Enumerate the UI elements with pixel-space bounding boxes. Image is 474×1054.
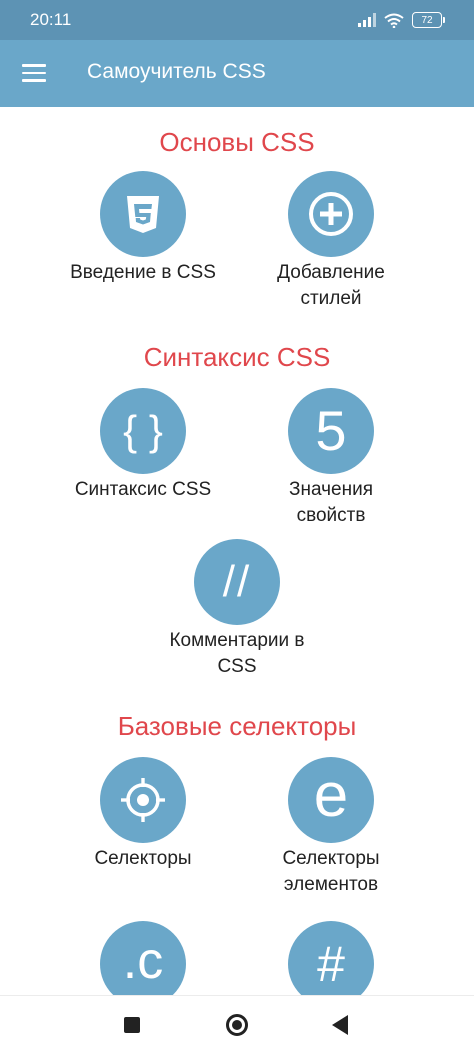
- status-bar: 20:11 72: [0, 0, 474, 40]
- battery-level: 72: [421, 14, 433, 26]
- tile-property-values-label: Значения свойств: [236, 477, 426, 529]
- tile-intro[interactable]: Введение в CSS: [48, 171, 238, 286]
- tile-add-styles-label: Добавление стилей: [236, 260, 426, 312]
- tile-property-values[interactable]: 5 Значения свойств: [236, 388, 426, 529]
- status-time: 20:11: [30, 10, 72, 29]
- letter-e-icon: e: [313, 761, 349, 830]
- css3-icon: [127, 196, 159, 233]
- tile-element-selectors[interactable]: e Селекторы элементов: [236, 757, 426, 898]
- tile-class-selector[interactable]: .c: [48, 921, 238, 995]
- tile-element-selectors-circle: e: [288, 757, 374, 843]
- plus-circle-icon: [309, 192, 353, 236]
- tile-add-styles-circle: [288, 171, 374, 257]
- tile-comments[interactable]: // Комментарии в CSS: [142, 539, 332, 680]
- double-slash-icon: //: [222, 557, 252, 606]
- tile-add-styles-label-line2: стилей: [300, 288, 362, 309]
- menu-icon[interactable]: [22, 64, 46, 82]
- tile-selectors[interactable]: Селекторы: [48, 757, 238, 872]
- tile-add-styles[interactable]: Добавление стилей: [236, 171, 426, 312]
- tile-comments-label-line1: Комментарии в: [169, 630, 305, 651]
- tile-syntax-circle: { }: [100, 388, 186, 474]
- system-nav-bar: [0, 995, 474, 1054]
- back-icon[interactable]: [332, 1015, 348, 1035]
- tile-property-values-circle: 5: [288, 388, 374, 474]
- tile-property-values-label-line2: свойств: [296, 505, 366, 526]
- tile-intro-circle: [100, 171, 186, 257]
- tile-comments-label-line2: CSS: [217, 656, 257, 677]
- tile-id-selector[interactable]: #: [236, 921, 426, 995]
- tile-property-values-label-line1: Значения: [289, 479, 373, 500]
- tile-element-selectors-label-line1: Селекторы: [282, 848, 380, 869]
- tile-syntax[interactable]: { } Синтаксис CSS: [48, 388, 238, 503]
- dot-c-icon: .c: [122, 932, 164, 990]
- tile-comments-circle: //: [194, 539, 280, 625]
- status-icons: 72: [358, 12, 445, 28]
- recents-icon[interactable]: [124, 1017, 140, 1033]
- tile-selectors-label: Селекторы: [94, 848, 192, 869]
- section-title-basics: Основы CSS: [159, 127, 315, 157]
- tile-element-selectors-label: Селекторы элементов: [236, 846, 426, 898]
- app-bar: Самоучитель CSS: [0, 40, 474, 107]
- tile-element-selectors-label-line2: элементов: [283, 874, 379, 895]
- crosshair-icon: [121, 778, 165, 822]
- lesson-list[interactable]: Основы CSS Введение в CSS Добавление сти…: [0, 107, 474, 995]
- app-title: Самоучитель CSS: [87, 60, 266, 83]
- section-title-syntax: Синтаксис CSS: [143, 342, 331, 372]
- tile-id-selector-circle: #: [288, 921, 374, 995]
- number-five-icon: 5: [315, 399, 347, 462]
- tile-comments-label: Комментарии в CSS: [142, 628, 332, 680]
- home-icon[interactable]: [226, 1014, 248, 1036]
- signal-icon: [358, 13, 376, 27]
- tile-intro-label: Введение в CSS: [70, 262, 216, 283]
- tile-syntax-label: Синтаксис CSS: [74, 479, 212, 500]
- tile-class-selector-circle: .c: [100, 921, 186, 995]
- battery-icon: 72: [412, 12, 445, 28]
- hash-icon: #: [317, 936, 345, 992]
- braces-icon: { }: [123, 407, 163, 454]
- tile-add-styles-label-line1: Добавление: [277, 262, 385, 283]
- section-title-base-selectors: Базовые селекторы: [117, 711, 357, 741]
- wifi-icon: [384, 13, 404, 28]
- tile-selectors-circle: [100, 757, 186, 843]
